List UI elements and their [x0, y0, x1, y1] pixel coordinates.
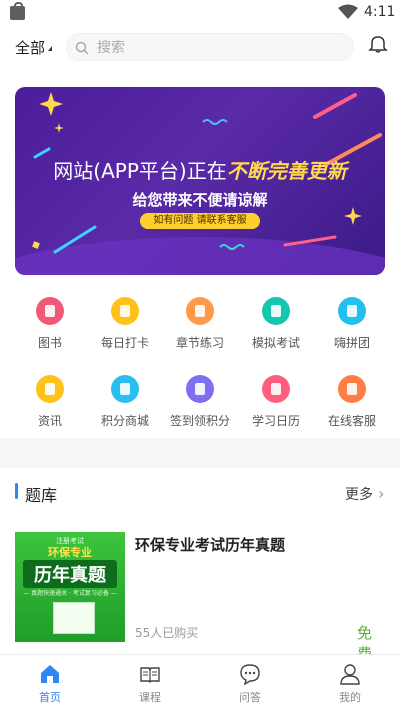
more-link[interactable]: 更多 ›	[345, 484, 384, 504]
tab-home[interactable]: 首页	[0, 655, 100, 711]
group-icon	[338, 297, 366, 325]
grid-item-label: 章节练习	[175, 336, 224, 350]
coins-icon	[186, 375, 214, 403]
banner-tag: 如有问题 请联系客服	[140, 213, 260, 229]
grid-item-daily-checkin[interactable]: 每日打卡	[85, 297, 165, 351]
course-thumbnail: 注册考试 环保专业 历年真题 — 真题快速通关 · 考试复习必备 —	[15, 532, 125, 642]
tab-profile[interactable]: 我的	[300, 655, 400, 711]
grid-item-online-service[interactable]: 在线客服	[312, 375, 392, 429]
user-icon	[340, 664, 360, 685]
wifi-icon	[338, 4, 358, 19]
checkin-icon	[111, 297, 139, 325]
grid-item-news[interactable]: 资讯	[10, 375, 90, 429]
book-icon	[36, 297, 64, 325]
paper-illustration	[53, 602, 95, 634]
grid-item-mock-exam[interactable]: 模拟考试	[236, 297, 316, 351]
tab-label: 首页	[39, 691, 61, 704]
tab-qa[interactable]: 问答	[200, 655, 300, 711]
grid-item-label: 每日打卡	[100, 336, 149, 350]
category-selector[interactable]: 全部	[15, 37, 53, 58]
grid-item-label: 学习日历	[251, 414, 300, 428]
category-label: 全部	[15, 39, 46, 57]
news-icon	[36, 375, 64, 403]
course-buyers: 55人已购买	[135, 626, 199, 640]
status-time: 4:11	[364, 4, 396, 20]
search-input[interactable]	[95, 36, 339, 60]
banner-subtitle: 给您带来不便请谅解	[132, 191, 268, 209]
home-icon	[41, 665, 59, 683]
grid-item-chapter-practice[interactable]: 章节练习	[160, 297, 240, 351]
grid-item-books[interactable]: 图书	[10, 297, 90, 351]
open-book-icon	[140, 667, 160, 683]
bottom-tab-bar: 首页 课程 问答 我的	[0, 654, 400, 711]
tab-label: 课程	[139, 691, 161, 704]
section-accent-bar	[15, 483, 18, 499]
shopping-bag-icon	[10, 2, 25, 20]
grid-item-points-mall[interactable]: 积分商城	[85, 375, 165, 429]
top-bar: 全部	[0, 30, 400, 64]
tab-label: 我的	[339, 691, 361, 704]
grid-item-signin-points[interactable]: 签到领积分	[160, 375, 240, 429]
chevron-right-icon: ›	[373, 484, 385, 503]
banner-title: 网站(APP平台)正在不断完善更新	[53, 159, 347, 183]
thumb-line3: 历年真题	[23, 560, 117, 588]
caret-icon	[48, 46, 53, 51]
section-title: 题库	[25, 486, 58, 505]
status-bar: 4:11	[0, 0, 400, 26]
calendar-icon	[262, 375, 290, 403]
course-title: 环保专业考试历年真题	[135, 536, 286, 554]
grid-item-label: 模拟考试	[251, 336, 300, 350]
tab-courses[interactable]: 课程	[100, 655, 200, 711]
grid-item-label: 资讯	[37, 414, 62, 428]
shop-icon	[111, 375, 139, 403]
support-icon	[338, 375, 366, 403]
thumb-line4: — 真题快速通关 · 考试复习必备 —	[23, 590, 117, 597]
thumb-line2: 环保专业	[48, 546, 92, 559]
grid-item-label: 签到领积分	[169, 414, 230, 428]
grid-item-label: 嗨拼团	[333, 336, 370, 350]
practice-icon	[186, 297, 214, 325]
section-divider	[0, 438, 400, 468]
course-card[interactable]: 注册考试 环保专业 历年真题 — 真题快速通关 · 考试复习必备 — 环保专业考…	[15, 532, 385, 663]
tab-label: 问答	[239, 691, 261, 704]
search-box[interactable]	[66, 33, 354, 61]
grid-item-study-calendar[interactable]: 学习日历	[236, 375, 316, 429]
promo-banner[interactable]: 网站(APP平台)正在不断完善更新 给您带来不便请谅解 如有问题 请联系客服	[15, 87, 385, 275]
grid-item-label: 图书	[37, 336, 62, 350]
bell-icon[interactable]	[368, 34, 388, 54]
grid-item-label: 在线客服	[327, 414, 376, 428]
grid-item-group-buy[interactable]: 嗨拼团	[312, 297, 392, 351]
search-icon	[75, 41, 89, 55]
chat-bubble-icon	[240, 664, 260, 685]
exam-icon	[262, 297, 290, 325]
grid-item-label: 积分商城	[100, 414, 149, 428]
